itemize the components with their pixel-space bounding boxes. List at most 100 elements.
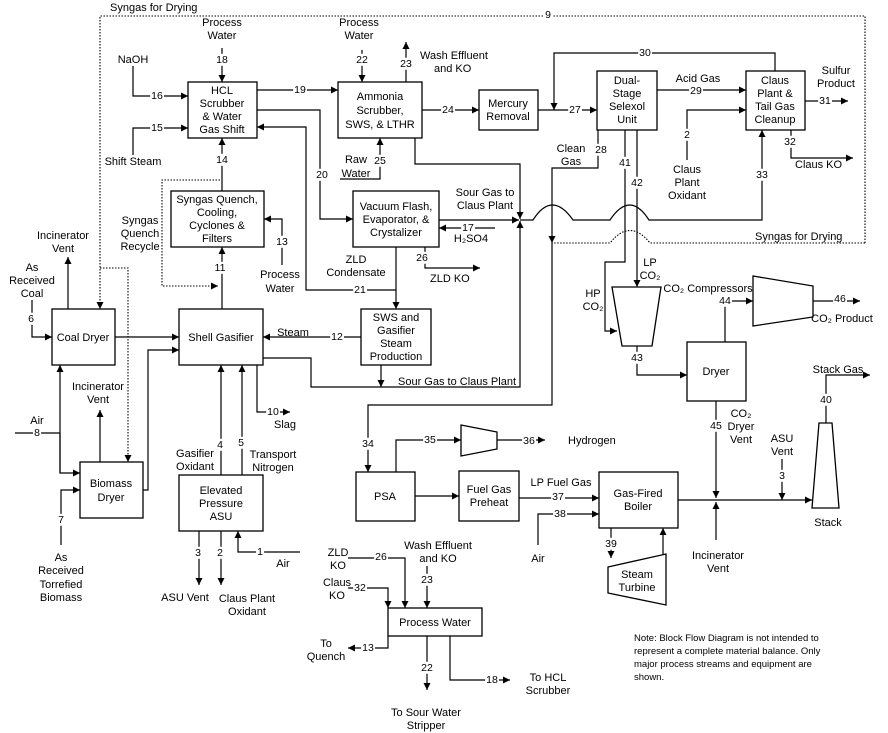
block-label: SWS and — [373, 312, 419, 324]
label: NaOH — [118, 54, 149, 66]
block-label: Mercury — [488, 98, 528, 110]
stream-number: 30 — [639, 47, 651, 59]
label: Gasifier — [176, 448, 214, 460]
label: ZLD — [346, 254, 367, 266]
label: Claus — [323, 577, 352, 589]
stream-number: 39 — [605, 538, 617, 550]
block-label: Dual- — [614, 75, 641, 87]
label: Vent — [87, 394, 109, 406]
block-steam-turbine: Steam Turbine — [607, 553, 667, 606]
label: Quench — [307, 651, 346, 663]
label: ZLD KO — [430, 273, 470, 285]
label: Biomass — [40, 592, 83, 604]
stream-number: 43 — [631, 352, 643, 364]
stream-number: 37 — [552, 491, 564, 503]
block-label: PSA — [374, 491, 397, 503]
block-label: Cooling, — [197, 207, 237, 219]
stream-number: 41 — [619, 157, 631, 169]
note-line: shown. — [634, 672, 664, 683]
label: Oxidant — [668, 190, 706, 202]
label: LP — [643, 257, 656, 269]
block-label: Fuel Gas — [467, 484, 512, 496]
label: Recycle — [120, 241, 159, 253]
label: CO₂ — [640, 270, 661, 282]
label: KO — [330, 560, 346, 572]
block-label: Vacuum Flash, — [360, 201, 433, 213]
stream-number: 26 — [375, 551, 387, 563]
label: ASU Vent — [161, 592, 209, 604]
stream-number: 27 — [569, 104, 581, 116]
block-claus-plant: Claus Plant & Tail Gas Cleanup — [745, 70, 806, 131]
stream-number: 22 — [356, 54, 368, 66]
stream-number: 14 — [216, 154, 228, 166]
stream-number: 45 — [710, 420, 722, 432]
block-label: Stack — [814, 517, 842, 529]
stream-number: 21 — [354, 284, 366, 296]
label: ZLD — [328, 547, 349, 559]
block-label: Pressure — [199, 498, 243, 510]
label: Process — [260, 269, 300, 281]
stream-number: 8 — [34, 427, 40, 439]
label: Sulfur — [822, 65, 851, 77]
block-label: Filters — [202, 233, 232, 245]
label: To — [320, 638, 332, 650]
stream-number: 25 — [374, 155, 386, 167]
hp-co2-compressor — [611, 286, 662, 347]
label: Incinerator — [37, 230, 89, 242]
label: Plant — [674, 177, 699, 189]
block-label: Cyclones & — [189, 220, 245, 232]
stream-number: 13 — [362, 642, 374, 654]
block-label: Gasifier — [377, 325, 415, 337]
label: H₂SO4 — [454, 233, 488, 245]
label: Air — [30, 415, 44, 427]
block-label: Turbine — [619, 582, 656, 594]
stream-number: 42 — [631, 177, 643, 189]
label: Vent — [771, 446, 793, 458]
label: Claus Plant — [457, 200, 513, 212]
label: Product — [817, 78, 855, 90]
label: Raw — [345, 154, 367, 166]
label: Slag — [274, 419, 296, 431]
label: As — [26, 262, 39, 274]
block-sws-steam-production: SWS and Gasifier Steam Production — [360, 308, 432, 366]
block-label: Ammonia — [357, 91, 404, 103]
label: CO₂ — [583, 301, 604, 313]
stream-number: 2 — [217, 547, 223, 559]
label: CO₂ Compressors — [663, 283, 753, 295]
label: Acid Gas — [676, 73, 721, 85]
diagram-note: Note: Block Flow Diagram is not intended… — [634, 633, 821, 683]
label: Process — [202, 17, 242, 29]
stream-number: 46 — [834, 293, 846, 305]
label: Dryer — [728, 421, 755, 433]
block-flow-diagram: HCL Scrubber & Water Gas Shift Ammonia S… — [9, 2, 873, 732]
label: ASU — [771, 433, 794, 445]
block-label: Stage — [613, 88, 642, 100]
block-label: Preheat — [470, 497, 509, 509]
label: Nitrogen — [252, 462, 294, 474]
block-label: Boiler — [624, 501, 652, 513]
stream-number: 40 — [820, 394, 832, 406]
stream-number: 32 — [354, 582, 366, 594]
block-hcl-scrubber: HCL Scrubber & Water Gas Shift — [187, 81, 258, 139]
stream-number: 18 — [486, 674, 498, 686]
label: Claus Plant — [219, 593, 275, 605]
label: HP — [585, 288, 600, 300]
label: Clean — [557, 143, 586, 155]
stream-number: 10 — [267, 406, 279, 418]
stream-number: 1 — [257, 546, 263, 558]
block-label: SWS, & LTHR — [345, 119, 415, 131]
stream-number: 9 — [545, 9, 551, 21]
label: Received — [9, 275, 55, 287]
block-mercury-removal: Mercury Removal — [478, 89, 539, 131]
label: As — [55, 552, 68, 564]
stream-number: 18 — [216, 54, 228, 66]
label: LP Fuel Gas — [531, 477, 592, 489]
block-process-water: Process Water — [387, 607, 483, 637]
label: Condensate — [326, 267, 385, 279]
block-label: Steam — [380, 338, 412, 350]
block-syngas-quench: Syngas Quench, Cooling, Cyclones & Filte… — [170, 190, 265, 248]
block-vacuum-flash: Vacuum Flash, Evaporator, & Crystalizer — [352, 190, 440, 248]
stream-number: 20 — [316, 169, 328, 181]
label: Air — [531, 553, 545, 565]
stream-number: 29 — [690, 85, 702, 97]
